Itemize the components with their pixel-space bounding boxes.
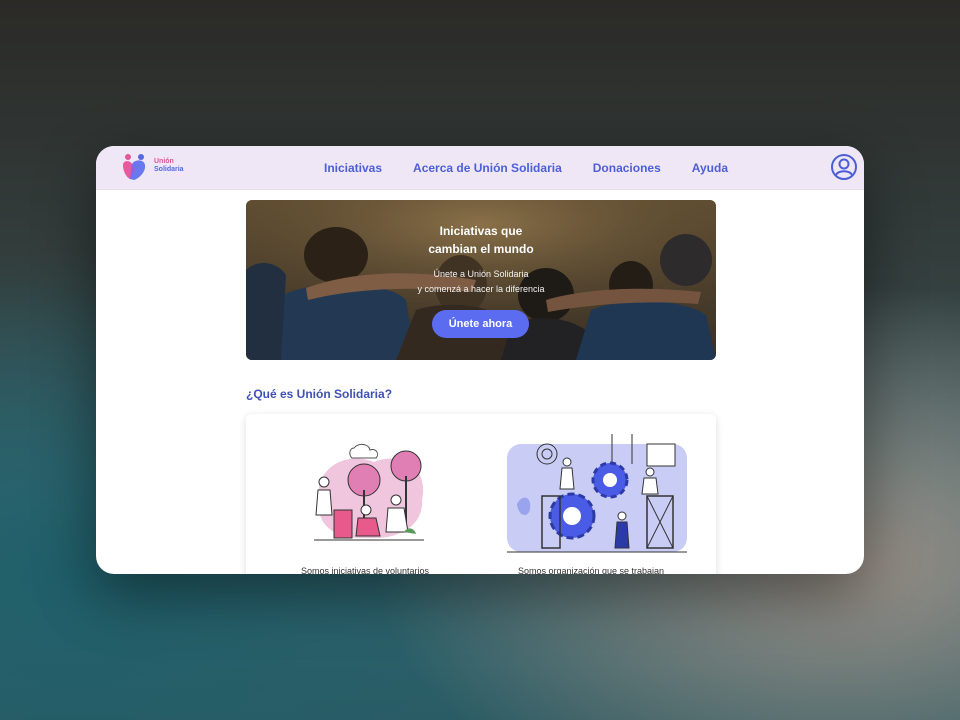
about-card: Somos iniciativas de voluntarios Somos o… (246, 414, 716, 574)
hero-title-line1: Iniciativas que (439, 224, 523, 238)
app-window: Unión Solidaria Iniciativas Acerca de Un… (96, 146, 864, 574)
nav-item-iniciativas[interactable]: Iniciativas (324, 161, 382, 175)
hero-subtitle: Únete a Unión Solidaria y comenzá a hace… (356, 267, 606, 297)
join-now-button[interactable]: Únete ahora (432, 310, 529, 338)
hero-title-line2: cambian el mundo (428, 242, 534, 256)
card-left-text: Somos iniciativas de voluntarios (300, 566, 430, 574)
nav-item-ayuda[interactable]: Ayuda (692, 161, 728, 175)
hero-banner: Iniciativas que cambian el mundo Únete a… (246, 200, 716, 360)
card-right-text: Somos organización que se trabajan (517, 566, 665, 574)
brand-name-line2: Solidaria (154, 166, 184, 173)
teamwork-gears-illustration (507, 434, 687, 553)
hero-subtitle-line2: y comenzá a hacer la diferencia (417, 284, 545, 294)
hero-title: Iniciativas que cambian el mundo (381, 222, 581, 258)
heart-logo-icon (123, 154, 146, 180)
nav-item-donaciones[interactable]: Donaciones (593, 161, 661, 175)
top-navbar: Unión Solidaria Iniciativas Acerca de Un… (96, 146, 864, 190)
user-profile-icon[interactable] (830, 153, 858, 181)
brand-name-line1: Unión (154, 158, 174, 165)
about-section-title: ¿Qué es Unión Solidaria? (246, 387, 393, 401)
nav-item-acerca[interactable]: Acerca de Unión Solidaria (413, 161, 562, 175)
brand-name: Unión Solidaria (154, 158, 184, 174)
hero-subtitle-line1: Únete a Unión Solidaria (433, 269, 529, 279)
volunteers-planting-illustration (314, 443, 424, 541)
brand-logo[interactable]: Unión Solidaria (120, 151, 184, 181)
main-nav: Iniciativas Acerca de Unión Solidaria Do… (324, 146, 728, 189)
